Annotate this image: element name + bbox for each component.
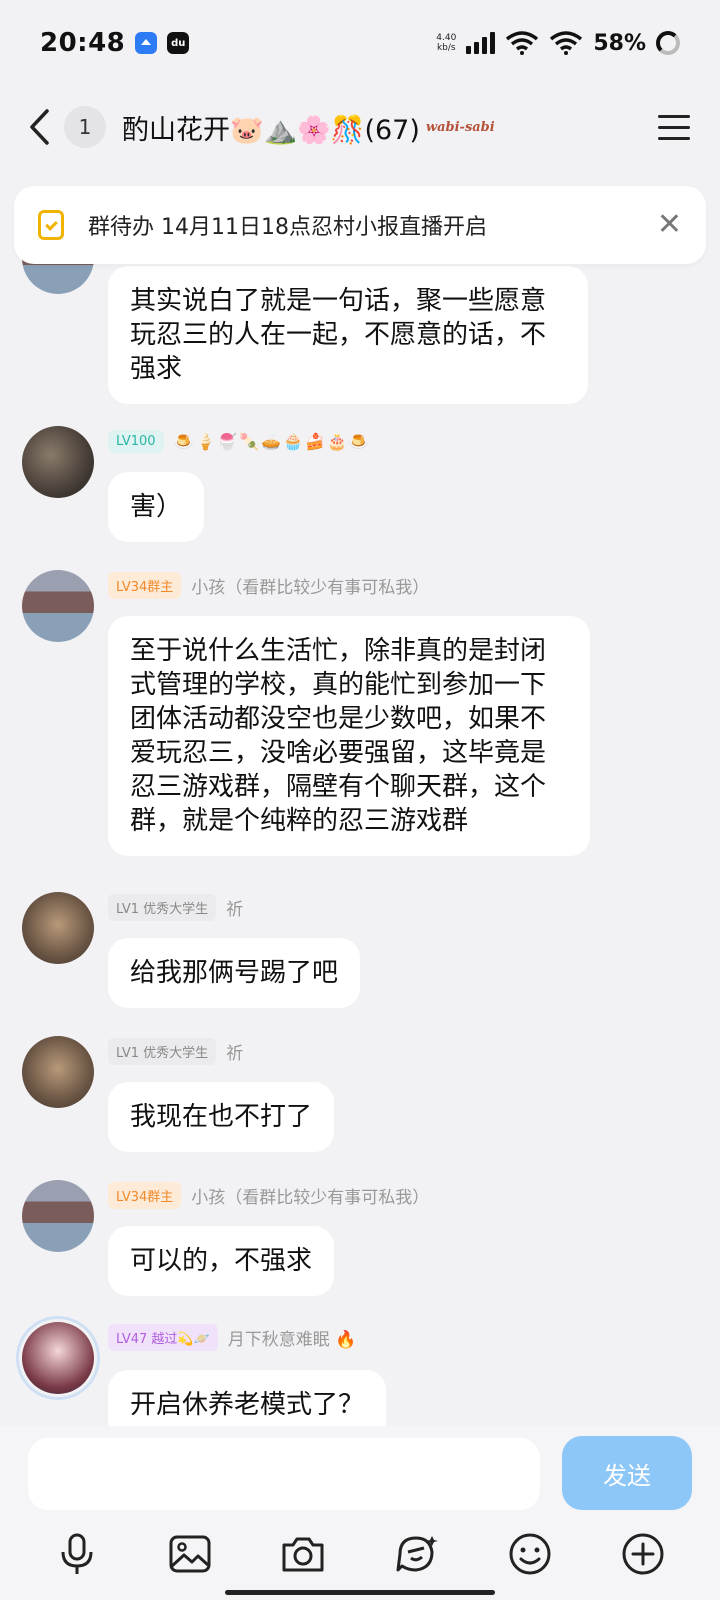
message-bubble[interactable]: 至于说什么生活忙，除非真的是封闭式管理的学校，真的能忙到参加一下团体活动都没空也…: [108, 616, 590, 856]
message-bubble[interactable]: 我现在也不打了: [108, 1082, 335, 1152]
level-badge: LV100: [108, 429, 164, 453]
level-badge: LV34群主: [108, 571, 182, 599]
message-meta: LV34群主 小孩（看群比较少有事可私我）: [108, 1180, 429, 1210]
message-meta: LV100 🍮🍦🍧🍡🥧🧁🍰🎂🍮: [108, 426, 371, 456]
wifi-icon: [506, 31, 539, 55]
avatar[interactable]: [22, 1180, 94, 1252]
level-badge: LV1 优秀大学生: [108, 1037, 217, 1065]
battery-icon: [656, 31, 680, 55]
message-meta: LV1 优秀大学生 祈: [108, 1036, 243, 1066]
group-title[interactable]: 酌山花开🐷⛰️🌸🎊(67): [122, 108, 420, 147]
net-speed-unit: kb/s: [436, 43, 456, 53]
status-bar: 20:48 du 4.40 kb/s 58%: [0, 0, 720, 86]
signal-icon: [466, 32, 496, 54]
close-icon[interactable]: ✕: [657, 210, 682, 240]
chevron-left-icon: [30, 109, 49, 145]
message-bubble[interactable]: 开启休养老模式了？: [108, 1370, 387, 1426]
net-speed: 4.40 kb/s: [436, 33, 456, 53]
camera-button[interactable]: [275, 1526, 331, 1582]
message-bubble[interactable]: 给我那俩号踢了吧: [108, 938, 361, 1008]
net-speed-value: 4.40: [436, 33, 457, 43]
avatar[interactable]: [22, 426, 94, 498]
camera-icon: [282, 1537, 324, 1572]
avatar[interactable]: [22, 570, 94, 642]
wifi-icon-2: [550, 31, 583, 55]
message-meta: LV1 优秀大学生 祈: [108, 892, 243, 922]
status-time: 20:48: [40, 28, 126, 58]
menu-line: [658, 114, 690, 118]
battery-percent: 58%: [593, 30, 646, 56]
chat-header: 1 酌山花开🐷⛰️🌸🎊(67) wabi-sabi: [0, 86, 720, 168]
decoration-badges: 🍮🍦🍧🍡🥧🧁🍰🎂🍮: [173, 431, 371, 451]
send-button[interactable]: 发送: [562, 1436, 692, 1510]
level-badge: LV34群主: [108, 1181, 182, 1209]
image-button[interactable]: [162, 1526, 218, 1582]
app-notification-icon: [135, 32, 158, 54]
nickname[interactable]: 小孩（看群比较少有事可私我）: [191, 573, 429, 598]
smiley-icon: [509, 1533, 551, 1575]
menu-line: [658, 136, 690, 140]
message-bubble[interactable]: 其实说白了就是一句话，聚一些愿意玩忍三的人在一起，不愿意的话，不强求: [108, 266, 588, 404]
message-meta: LV34群主 小孩（看群比较少有事可私我）: [108, 570, 429, 600]
message-meta: LV47 越过💫🪐 月下秋意难眠 🔥: [108, 1322, 356, 1352]
avatar[interactable]: [22, 1036, 94, 1108]
group-todo-banner[interactable]: 群待办 14月11日18点忍村小报直播开启 ✕: [14, 186, 706, 264]
avatar[interactable]: [22, 892, 94, 964]
level-badge: LV47 越过💫🪐: [108, 1323, 218, 1351]
sticker-button[interactable]: [389, 1526, 445, 1582]
message-list[interactable]: 其实说白了就是一句话，聚一些愿意玩忍三的人在一起，不愿意的话，不强求 LV100…: [0, 168, 720, 1426]
nickname[interactable]: 祈: [226, 895, 243, 920]
message-bubble[interactable]: 可以的，不强求: [108, 1226, 335, 1296]
back-button[interactable]: [22, 102, 56, 152]
menu-line: [658, 125, 690, 129]
nickname[interactable]: 小孩（看群比较少有事可私我）: [191, 1183, 429, 1208]
microphone-icon: [61, 1533, 93, 1574]
voice-button[interactable]: [49, 1526, 105, 1582]
message-input[interactable]: [28, 1438, 540, 1510]
sticker-icon: [396, 1536, 438, 1572]
bear-app-icon: du: [167, 32, 190, 54]
more-button[interactable]: [615, 1526, 671, 1582]
unread-count-badge[interactable]: 1: [64, 106, 106, 148]
plus-icon: [622, 1533, 664, 1575]
menu-button[interactable]: [658, 107, 698, 147]
group-title-suffix: wabi-sabi: [425, 119, 495, 135]
home-indicator[interactable]: [225, 1590, 495, 1595]
todo-text: 群待办 14月11日18点忍村小报直播开启: [88, 215, 487, 240]
level-badge: LV1 优秀大学生: [108, 893, 217, 921]
input-area: 发送: [0, 1426, 720, 1600]
message-bubble[interactable]: 害）: [108, 472, 205, 542]
input-toolbar: [0, 1526, 720, 1582]
todo-icon: [38, 210, 64, 240]
image-icon: [169, 1535, 211, 1573]
nickname[interactable]: 祈: [226, 1039, 243, 1064]
avatar[interactable]: [22, 1322, 94, 1394]
nickname[interactable]: 月下秋意难眠 🔥: [228, 1325, 357, 1350]
emoji-button[interactable]: [502, 1526, 558, 1582]
